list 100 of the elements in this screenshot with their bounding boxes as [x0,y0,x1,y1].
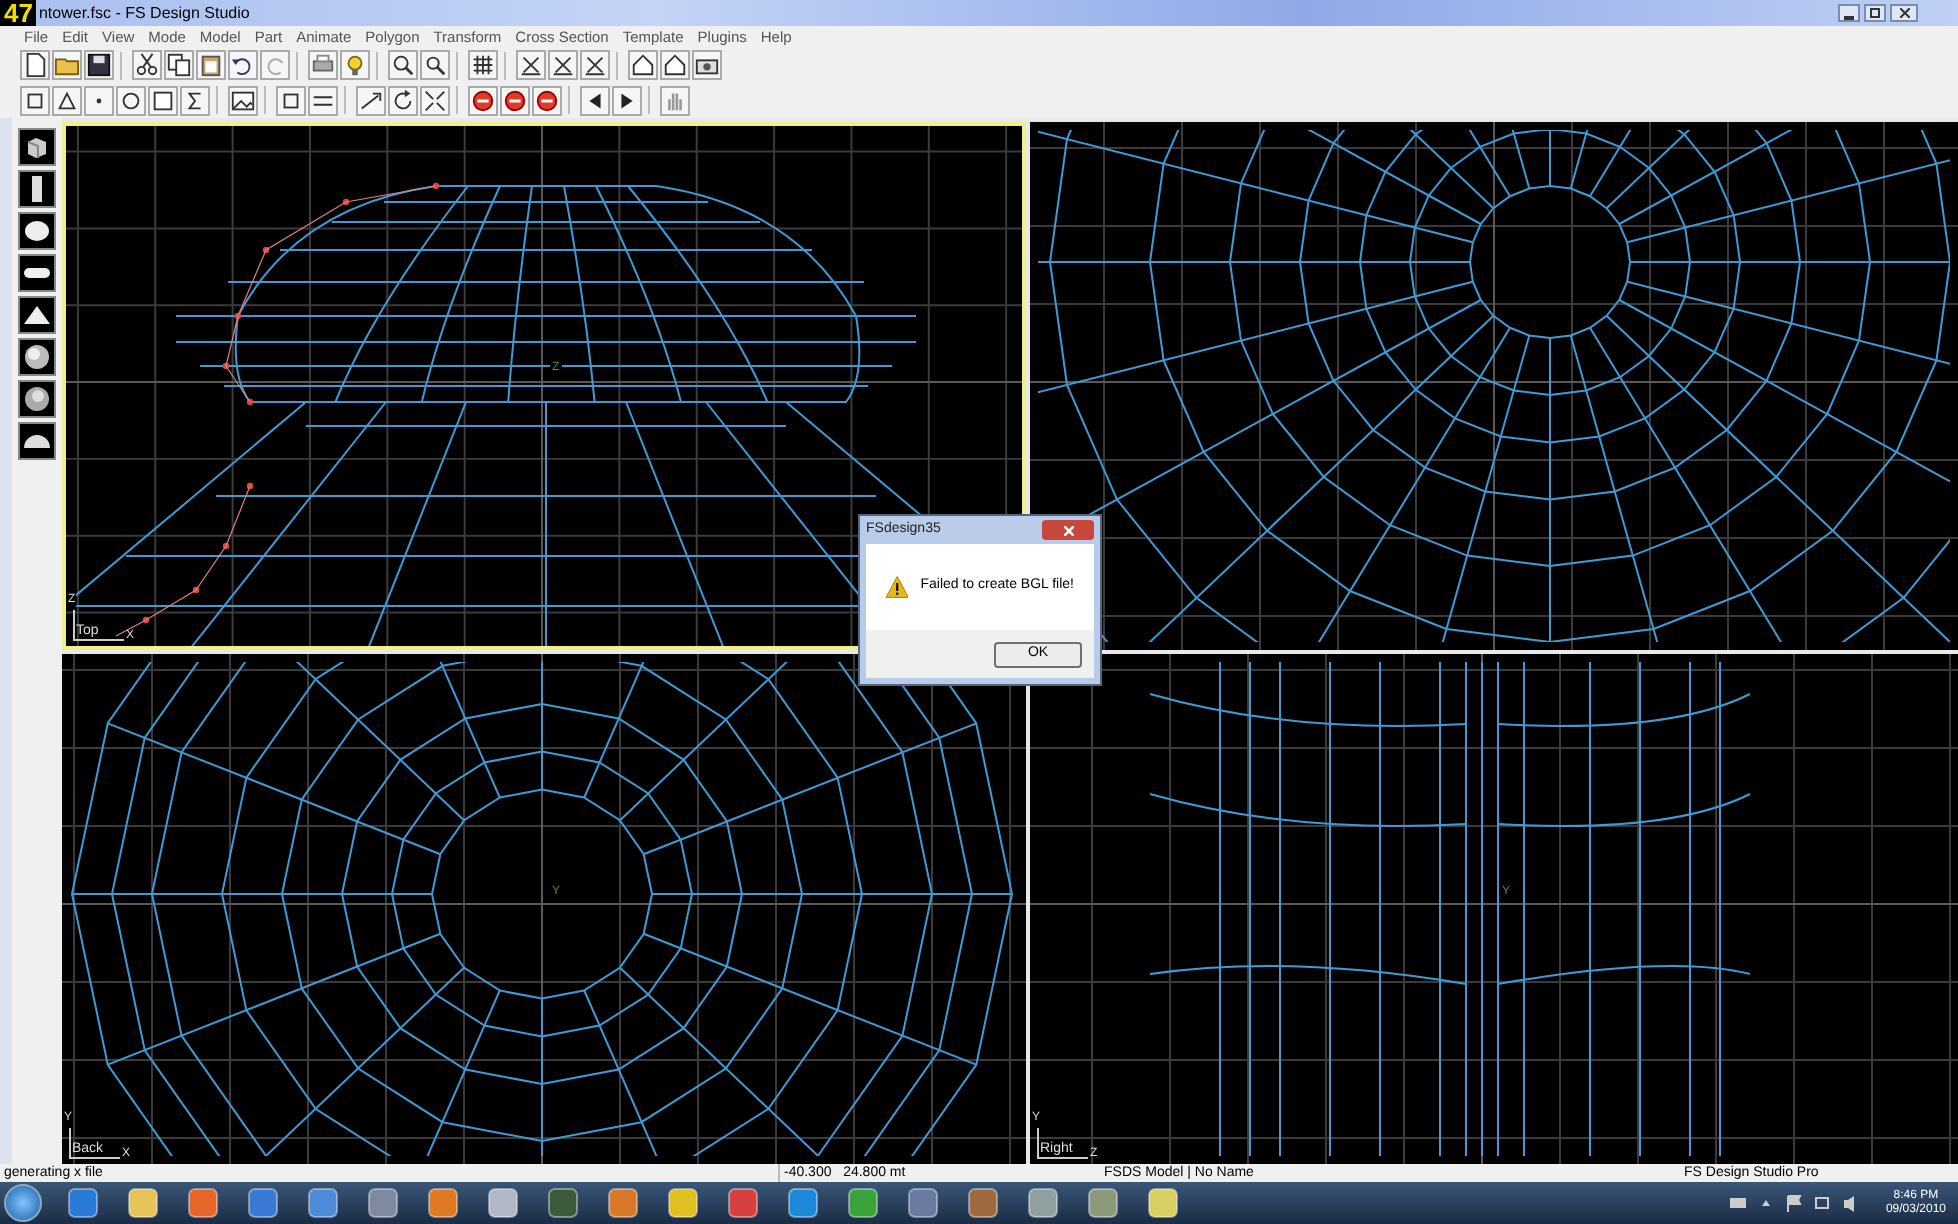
toolbar-button[interactable] [628,50,658,80]
shape-button[interactable] [18,422,56,460]
triangle-icon [54,87,80,113]
toolbar-button[interactable] [20,50,50,80]
restore-icon [1870,8,1880,18]
toolbar-button[interactable] [692,50,722,80]
toolbar-button[interactable] [164,50,194,80]
taskbar-button[interactable] [602,1185,642,1221]
toolbar-button[interactable] [420,85,450,115]
toolbar-button[interactable] [148,85,178,115]
toolbar-button[interactable] [132,50,162,80]
toolbar-button[interactable] [180,85,210,115]
toolbar-button[interactable] [228,85,258,115]
toolbar-button[interactable] [468,50,498,80]
toolbar-button[interactable] [548,50,578,80]
app-icon [187,1188,217,1218]
zoom-in-icon [390,52,416,78]
taskbar-button[interactable] [62,1185,102,1221]
scissors-icon [134,52,160,78]
taskbar-button[interactable] [422,1185,462,1221]
app-icon [247,1188,277,1218]
toolbar-button[interactable] [308,85,338,115]
toolbar-button[interactable] [228,50,258,80]
toolbar-button[interactable] [20,85,50,115]
rotate-icon [390,87,416,113]
sphere-icon [22,216,52,246]
undo-icon [230,52,256,78]
flag-icon[interactable] [1785,1193,1804,1213]
house-icon [662,52,688,78]
window-title: ntower.fsc - FS Design Studio [38,1,250,25]
taskbar-button[interactable] [362,1185,402,1221]
app-icon [907,1188,937,1218]
toolbar-button[interactable] [52,85,82,115]
shape-button[interactable] [18,296,56,334]
taskbar-button[interactable] [842,1185,882,1221]
toolbar-button[interactable] [196,50,226,80]
sphere-icon [22,342,52,372]
toolbar-button[interactable] [612,85,642,115]
axis-indicator-icon [72,610,124,642]
taskbar-button[interactable] [182,1185,222,1221]
taskbar-button[interactable] [722,1185,762,1221]
minimize-button[interactable] [1838,4,1860,22]
toolbar-button[interactable] [580,50,610,80]
close-button[interactable] [1890,4,1918,22]
toolbar-button[interactable] [276,85,306,115]
circle-icon [118,87,144,113]
toolbar-button[interactable] [532,85,562,115]
no-entry-icon [534,87,560,113]
axis-indicator-icon [1036,1128,1088,1160]
app-icon [427,1188,457,1218]
taskbar-button[interactable] [302,1185,342,1221]
toolbar-button[interactable] [388,85,418,115]
taskbar-button[interactable] [242,1185,282,1221]
redo-icon [262,52,288,78]
taskbar-button[interactable] [542,1185,582,1221]
speaker-icon[interactable] [1841,1193,1860,1213]
toolbar-button[interactable] [420,50,450,80]
toolbar-button[interactable] [84,50,114,80]
minimize-icon [1844,16,1854,20]
taskbar-button[interactable] [902,1185,942,1221]
network-icon[interactable] [1813,1193,1832,1213]
app-icon [127,1188,157,1218]
taskbar-button[interactable] [962,1185,1002,1221]
document-icon [22,52,48,78]
shape-button[interactable] [18,380,56,418]
close-icon [1063,525,1073,535]
toolbar-button[interactable] [660,50,690,80]
toolbar-button[interactable] [516,50,546,80]
shape-button[interactable] [18,170,56,208]
shape-button[interactable] [18,254,56,292]
toolbar-button[interactable] [500,85,530,115]
sphere-icon [22,384,52,414]
app-icon [307,1188,337,1218]
restore-button[interactable] [1864,4,1886,22]
taskbar-button[interactable] [1022,1185,1062,1221]
toolbar-button[interactable] [388,50,418,80]
taskbar-button[interactable] [782,1185,822,1221]
toolbar-button[interactable] [356,85,386,115]
taskbar-button[interactable] [122,1185,162,1221]
app-icon [1027,1188,1057,1218]
toolbar-button[interactable] [580,85,610,115]
light-bulb-icon [342,52,368,78]
axis-icon [582,52,608,78]
taskbar-button[interactable] [1082,1185,1122,1221]
shape-button[interactable] [18,128,56,166]
shape-button[interactable] [18,338,56,376]
toolbar-button[interactable] [468,85,498,115]
toolbar-button[interactable] [116,85,146,115]
printer-icon [310,52,336,78]
warning-icon [886,574,909,600]
app-icon [967,1188,997,1218]
taskbar-button[interactable] [662,1185,702,1221]
zoom-out-icon [422,52,448,78]
app-icon [1147,1188,1177,1218]
start-button[interactable] [4,1184,42,1222]
picture-icon [230,87,256,113]
taskbar-button[interactable] [482,1185,522,1221]
shape-button[interactable] [18,212,56,250]
taskbar-button[interactable] [1142,1185,1182,1221]
dialog-close-button[interactable] [1042,520,1094,540]
